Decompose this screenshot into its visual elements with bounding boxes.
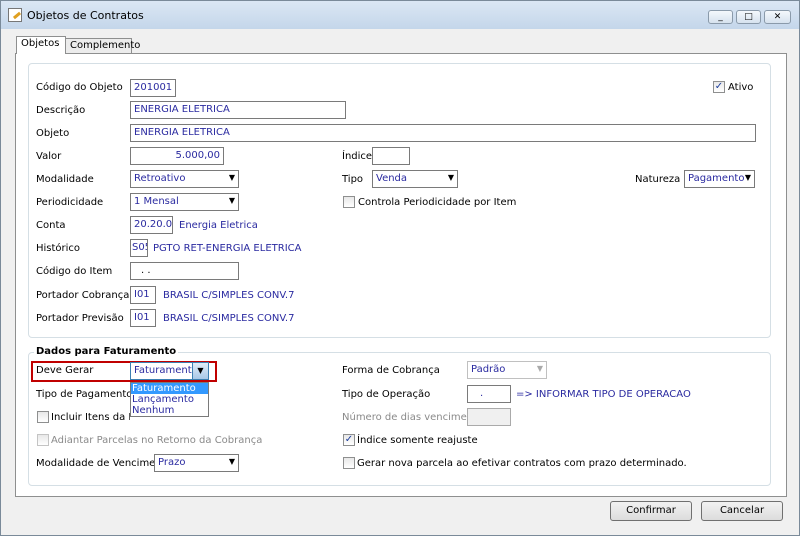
- portador-previsao-description: BRASIL C/SIMPLES CONV.7: [163, 313, 295, 324]
- tipo-operacao-description: => INFORMAR TIPO DE OPERACAO: [516, 389, 691, 400]
- forma-cobranca-value: Padrão: [471, 364, 506, 375]
- gerar-nova-label: Gerar nova parcela ao efetivar contratos…: [357, 458, 687, 469]
- tipo-operacao-label: Tipo de Operação: [342, 389, 431, 400]
- controla-label: Controla Periodicidade por Item: [358, 197, 517, 208]
- deve-gerar-select[interactable]: Faturamento ▼: [130, 362, 209, 380]
- modalidade-vencimento-label: Modalidade de Vencimento: [36, 458, 172, 469]
- ativo-label: Ativo: [728, 82, 754, 93]
- modalidade-vencimento-select[interactable]: Prazo ▼: [154, 454, 239, 472]
- tipo-label: Tipo: [342, 174, 364, 185]
- valor-field[interactable]: 5.000,00: [130, 147, 224, 165]
- forma-cobranca-select[interactable]: Padrão ▼: [467, 361, 547, 379]
- periodicidade-label: Periodicidade: [36, 197, 104, 208]
- tipo-value: Venda: [376, 173, 408, 184]
- faturamento-title: Dados para Faturamento: [34, 346, 179, 357]
- num-dias-label: Número de dias vencimento: [342, 412, 484, 423]
- chevron-down-icon: ▼: [447, 173, 454, 182]
- conta-label: Conta: [36, 220, 66, 231]
- deve-gerar-label: Deve Gerar: [36, 365, 94, 376]
- title-bar: Objetos de Contratos _ □ ✕: [1, 1, 799, 29]
- indice-reajuste-checkbox[interactable]: ✓: [343, 434, 355, 446]
- periodicidade-value: 1 Mensal: [134, 196, 179, 207]
- window-title: Objetos de Contratos: [27, 9, 144, 22]
- portador-previsao-label: Portador Previsão: [36, 313, 124, 324]
- codigo-label: Código do Objeto: [36, 82, 123, 93]
- portador-cobranca-description: BRASIL C/SIMPLES CONV.7: [163, 290, 295, 301]
- incluir-label: Incluir Itens da Parcela na NF: [51, 412, 130, 423]
- modalidade-value: Retroativo: [134, 173, 186, 184]
- natureza-label: Natureza: [635, 174, 681, 185]
- num-dias-field[interactable]: [467, 408, 511, 426]
- descricao-field[interactable]: ENERGIA ELETRICA: [130, 101, 346, 119]
- modalidade-vencimento-value: Prazo: [158, 457, 186, 468]
- option-nenhum[interactable]: Nenhum: [131, 405, 208, 416]
- tipo-select[interactable]: Venda ▼: [372, 170, 458, 188]
- adiantar-label: Adiantar Parcelas no Retorno da Cobrança: [51, 435, 263, 446]
- historico-field[interactable]: S05: [130, 239, 148, 257]
- conta-description: Energia Eletrica: [179, 220, 258, 231]
- window: Objetos de Contratos _ □ ✕ Objetos Compl…: [0, 0, 800, 536]
- modalidade-select[interactable]: Retroativo ▼: [130, 170, 239, 188]
- tipo-pagamento-label: Tipo de Pagamento: [36, 389, 133, 400]
- tab-complemento[interactable]: Complemento: [65, 38, 140, 54]
- indice-field[interactable]: [372, 147, 410, 165]
- cancelar-button[interactable]: Cancelar: [701, 501, 783, 521]
- portador-cobranca-field[interactable]: I01: [130, 286, 156, 304]
- conta-field[interactable]: 20.20.01: [130, 216, 173, 234]
- indice-reajuste-label: Índice somente reajuste: [357, 435, 478, 446]
- deve-gerar-value: Faturamento: [134, 365, 198, 376]
- chevron-down-icon: ▼: [228, 457, 235, 466]
- valor-label: Valor: [36, 151, 62, 162]
- controla-checkbox[interactable]: [343, 196, 355, 208]
- descricao-label: Descrição: [36, 105, 86, 116]
- notepad-icon: [8, 8, 22, 22]
- gerar-nova-checkbox[interactable]: [343, 457, 355, 469]
- tab-objetos[interactable]: Objetos: [16, 36, 66, 54]
- adiantar-checkbox[interactable]: [37, 434, 49, 446]
- minimize-button[interactable]: _: [708, 10, 733, 24]
- chevron-down-icon[interactable]: ▼: [192, 363, 208, 379]
- chevron-down-icon: ▼: [744, 173, 751, 182]
- codigo-field[interactable]: 201001: [130, 79, 176, 97]
- deve-gerar-dropdown: Faturamento Lançamento Nenhum: [130, 382, 209, 417]
- historico-label: Histórico: [36, 243, 81, 254]
- codigo-item-field[interactable]: . .: [130, 262, 239, 280]
- historico-description: PGTO RET-ENERGIA ELETRICA: [153, 243, 302, 254]
- chevron-down-icon: ▼: [228, 173, 235, 182]
- objeto-label: Objeto: [36, 128, 70, 139]
- ativo-checkbox[interactable]: ✓: [713, 81, 725, 93]
- confirmar-button[interactable]: Confirmar: [610, 501, 692, 521]
- maximize-button[interactable]: □: [736, 10, 761, 24]
- periodicidade-select[interactable]: 1 Mensal ▼: [130, 193, 239, 211]
- natureza-value: Pagamento: [688, 173, 745, 184]
- chevron-down-icon: ▼: [536, 364, 543, 373]
- incluir-checkbox[interactable]: [37, 411, 49, 423]
- option-lancamento[interactable]: Lançamento: [131, 394, 208, 405]
- tipo-operacao-field[interactable]: .: [467, 385, 511, 403]
- chevron-down-icon: ▼: [228, 196, 235, 205]
- codigo-item-label: Código do Item: [36, 266, 113, 277]
- indice-label: Índice: [342, 151, 373, 162]
- objeto-field[interactable]: ENERGIA ELETRICA: [130, 124, 756, 142]
- portador-cobranca-label: Portador Cobrança: [36, 290, 130, 301]
- option-faturamento[interactable]: Faturamento: [131, 383, 208, 394]
- modalidade-label: Modalidade: [36, 174, 94, 185]
- natureza-select[interactable]: Pagamento ▼: [684, 170, 755, 188]
- portador-previsao-field[interactable]: I01: [130, 309, 156, 327]
- forma-cobranca-label: Forma de Cobrança: [342, 365, 440, 376]
- close-button[interactable]: ✕: [764, 10, 791, 24]
